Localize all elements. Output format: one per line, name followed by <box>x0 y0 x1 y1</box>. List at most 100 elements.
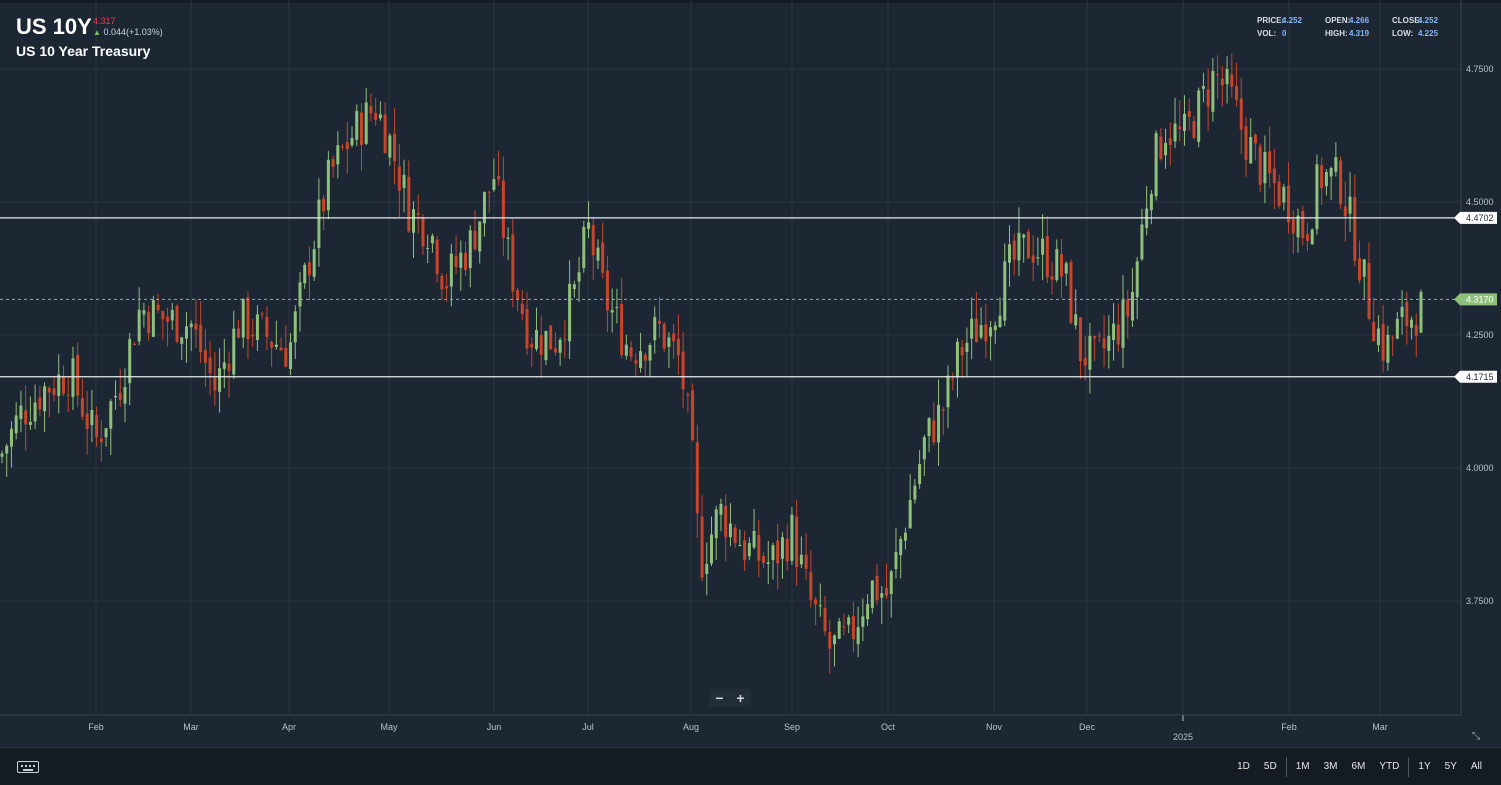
candle-body <box>1130 291 1134 321</box>
candle-body <box>293 311 297 343</box>
candle-body <box>1192 121 1196 138</box>
candle-body <box>544 331 548 361</box>
range-1d-button[interactable]: 1D <box>1230 761 1257 772</box>
candle-body <box>359 112 363 146</box>
candle-body <box>1017 232 1021 261</box>
keyboard-icon[interactable] <box>17 761 39 773</box>
candle-body <box>1329 168 1333 177</box>
range-1m-button[interactable]: 1M <box>1289 761 1317 772</box>
x-tick-label: Feb <box>88 722 104 732</box>
candle-body <box>1391 337 1395 339</box>
range-3m-button[interactable]: 3M <box>1317 761 1345 772</box>
range-selector: 1D 5D 1M 3M 6M YTD 1Y 5Y All <box>1230 748 1489 785</box>
candle-body <box>61 377 65 394</box>
candle-body <box>615 307 619 309</box>
candle-body <box>487 191 491 193</box>
candle-body <box>1372 321 1376 342</box>
candle-body <box>762 556 766 564</box>
candle-body <box>307 262 311 276</box>
range-all-button[interactable]: All <box>1464 761 1489 772</box>
candle-body <box>76 354 80 396</box>
price-value: 4.252 <box>1282 16 1303 25</box>
candle-body <box>553 348 557 353</box>
candle-body <box>766 562 770 564</box>
candle-body <box>875 575 879 601</box>
candle-body <box>1093 336 1097 339</box>
range-ytd-button[interactable]: YTD <box>1372 761 1406 772</box>
candle-body <box>549 325 553 350</box>
price-chart[interactable]: 4.7500 4.5000 4.2500 4.0000 3.7500 Feb Mar Apr M… <box>0 0 1501 747</box>
candle-body <box>1305 234 1309 241</box>
candle-body <box>1102 338 1106 349</box>
candle-body <box>317 199 321 248</box>
price-label: PRICE: <box>1257 16 1285 25</box>
candle-body <box>648 345 652 361</box>
candle-body <box>1258 146 1262 185</box>
x-tick-label: Nov <box>986 722 1003 732</box>
candle-body <box>426 247 430 249</box>
low-value: 4.225 <box>1418 29 1439 38</box>
collapse-icon[interactable]: ⤡ <box>1472 731 1480 742</box>
candle-body <box>142 310 146 315</box>
candle-body <box>33 402 37 422</box>
x-tick-label: Apr <box>282 722 296 732</box>
candle-body <box>407 176 411 232</box>
candle-body <box>700 516 704 578</box>
range-1y-button[interactable]: 1Y <box>1411 761 1437 772</box>
current-price-label: 4.3170 <box>1466 294 1494 304</box>
candle-body <box>1012 240 1016 260</box>
candle-body <box>416 212 420 215</box>
candle-body <box>147 311 151 333</box>
candle-body <box>1216 74 1220 76</box>
candle-body <box>771 545 775 561</box>
price-change: ▲ 0.044(+1.03%) <box>93 27 163 37</box>
candle-body <box>369 106 373 114</box>
candle-body <box>1225 69 1229 85</box>
candle-body <box>1135 261 1139 298</box>
candle-body <box>743 540 747 561</box>
up-arrow-icon: ▲ <box>93 28 101 37</box>
candle-body <box>747 543 751 557</box>
candle-body <box>1343 206 1347 217</box>
candle-body <box>653 317 657 341</box>
candle-body <box>473 230 477 250</box>
zoom-in-button[interactable]: + <box>736 690 744 706</box>
candle-body <box>378 114 382 119</box>
candle-body <box>686 394 690 396</box>
candle-body <box>1334 157 1338 172</box>
candle-body <box>1078 317 1082 362</box>
candle-body <box>161 311 165 320</box>
candle-body <box>350 137 354 146</box>
close-value: 4.252 <box>1418 16 1439 25</box>
candle-body <box>1178 126 1182 130</box>
candle-body <box>738 545 742 547</box>
candle-body <box>208 357 212 374</box>
candle-body <box>710 534 713 564</box>
candle-body <box>1287 185 1291 223</box>
y-tick-label: 4.2500 <box>1466 330 1494 340</box>
candle-body <box>109 401 113 429</box>
candle-body <box>52 388 56 395</box>
candle-body <box>790 514 794 561</box>
x-tick-label: Jun <box>487 722 502 732</box>
candle-body <box>151 300 155 337</box>
candle-body <box>1201 86 1205 89</box>
candle-body <box>1183 113 1186 131</box>
candle-body <box>104 428 108 438</box>
range-5y-button[interactable]: 5Y <box>1438 761 1464 772</box>
zoom-out-button[interactable]: − <box>715 690 723 706</box>
candle-body <box>799 554 803 565</box>
candle-body <box>0 453 4 457</box>
candle-body <box>591 225 595 256</box>
candle-body <box>1074 314 1078 326</box>
candle-body <box>1282 186 1286 203</box>
candle-body <box>814 599 818 605</box>
candle-body <box>804 554 808 569</box>
candle-body <box>265 316 269 337</box>
range-6m-button[interactable]: 6M <box>1345 761 1373 772</box>
range-5d-button[interactable]: 5D <box>1257 761 1284 772</box>
candle-body <box>785 538 789 562</box>
x-tick-label: Mar <box>1372 722 1388 732</box>
divider <box>1285 756 1287 777</box>
candle-body <box>951 378 955 380</box>
